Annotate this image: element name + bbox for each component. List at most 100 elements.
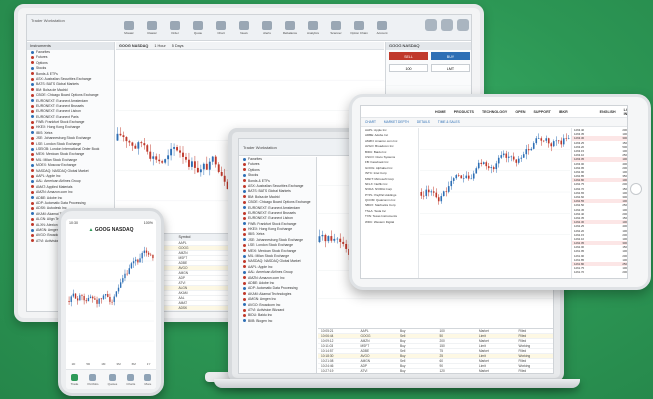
toolbar-label: Classic	[147, 30, 157, 35]
toolbar-icon	[216, 20, 226, 30]
candle-body	[535, 138, 538, 144]
toolbar-button[interactable]: Analytics	[303, 18, 323, 38]
order-type-select[interactable]: LMT	[431, 64, 470, 72]
toolbar-button[interactable]: Mosaic	[119, 18, 139, 38]
nav-right-link[interactable]: LOG IN	[624, 108, 627, 116]
blotter-column-header[interactable]: Symbol	[176, 234, 236, 241]
table-cell: Sell	[400, 349, 406, 353]
exchange-flag-icon	[31, 77, 34, 81]
range-button[interactable]: 3M	[116, 362, 120, 368]
exchange-flag-icon	[31, 126, 34, 130]
trading-icon[interactable]	[425, 19, 437, 31]
exchange-flag-icon	[31, 82, 34, 86]
phone-tab[interactable]: Portfolio	[87, 373, 98, 386]
candle-body	[92, 296, 94, 299]
candle-body	[125, 137, 128, 142]
range-button[interactable]: 5D	[86, 362, 90, 368]
exchange-flag-icon	[243, 157, 246, 161]
tab-icon	[144, 373, 152, 381]
candle-body	[70, 296, 72, 302]
phone-tab[interactable]: Quotes	[108, 373, 117, 386]
range-button[interactable]: 1M	[101, 362, 105, 368]
tree-item-label: MEXI: Mexican Stock Exchange	[36, 152, 85, 157]
table-cell: Sell	[400, 334, 406, 338]
tree-item-label: AKAM: Akamai Technologies	[248, 291, 292, 296]
phone-tab[interactable]: Charts	[126, 373, 135, 386]
settings-icon[interactable]	[457, 19, 469, 31]
candle-body	[126, 273, 128, 275]
range-button[interactable]: 1D	[72, 362, 76, 368]
toolbar-button[interactable]: Rebalance	[280, 18, 300, 38]
nav-right-link[interactable]: ENGLISH	[600, 110, 616, 114]
candle-body	[425, 189, 428, 196]
nav-link[interactable]: HOME	[435, 110, 446, 114]
candle-body	[149, 151, 152, 159]
laptop-base	[214, 379, 580, 388]
toolbar-button[interactable]: Option Chain	[349, 18, 369, 38]
range-button[interactable]: 1Y	[147, 362, 151, 368]
phone-tab[interactable]: Trade	[71, 373, 78, 386]
toolbar-button[interactable]: Account	[372, 18, 392, 38]
tree-item-label: BATS: BATS Global Markets	[36, 82, 79, 87]
laptop-instrument-tree: Favorites Futures Options Stocks Bonds & ETF…	[239, 157, 317, 373]
tablet-home-button[interactable]	[630, 183, 642, 195]
phone-symbol-header[interactable]: ▲ GOOG NASDAQ	[66, 227, 156, 237]
order-book-row[interactable]: 1261.70 200	[572, 270, 627, 274]
candle-body	[111, 301, 113, 303]
chart-range[interactable]: 5 Days	[172, 42, 184, 49]
table-cell: Limit	[479, 364, 486, 368]
nav-link[interactable]: SUPPORT	[534, 110, 551, 114]
nav-link[interactable]: PRODUCTS	[454, 110, 474, 114]
chart-header: GOOG NASDAQ 1 Hour 5 Days	[116, 42, 384, 50]
table-cell: 75	[439, 349, 444, 353]
toolbar-button[interactable]: Chart	[211, 18, 231, 38]
sell-button[interactable]: SELL	[389, 52, 428, 60]
candle-body	[442, 191, 445, 197]
tab-subnav-item[interactable]: CHART	[365, 120, 376, 124]
help-icon[interactable]	[441, 19, 453, 31]
nav-link[interactable]: TECHNOLOGY	[482, 110, 507, 114]
phone-tab-bar: Trade Portfolio Quotes Charts More	[66, 369, 156, 389]
candle-body	[342, 241, 345, 244]
toolbar-button[interactable]: Classic	[142, 18, 162, 38]
table-cell: 60	[439, 359, 444, 363]
candle-body	[482, 162, 485, 165]
table-row[interactable]: 10:27:19 ATVI Buy 120 Market Filled	[318, 369, 553, 373]
toolbar-button[interactable]: Scanner	[326, 18, 346, 38]
nav-link[interactable]: OPEN	[515, 110, 525, 114]
exchange-flag-icon	[31, 142, 34, 146]
candle-body	[76, 298, 79, 301]
candle-body	[185, 156, 187, 160]
tab-subnav-item[interactable]: DETAILS	[417, 120, 430, 124]
list-item-label: NVDA: NVIDIA Corp	[365, 187, 393, 192]
candle-body	[102, 295, 105, 300]
table-cell: Filled	[518, 329, 527, 333]
nav-link[interactable]: IBKR	[559, 110, 568, 114]
toolbar-button[interactable]: Alerts	[257, 18, 277, 38]
exchange-flag-icon	[31, 185, 34, 189]
tree-item[interactable]: BIIB: Biogen Inc	[239, 319, 316, 324]
tab-subnav-item[interactable]: MARKET DEPTH	[384, 120, 409, 124]
quantity-field[interactable]: 100	[389, 64, 428, 72]
list-item[interactable]: WDC: Western Digital	[361, 220, 418, 225]
phone-candlestick-chart[interactable]	[68, 241, 154, 361]
tablet-candlestick-chart[interactable]	[420, 128, 570, 256]
candle-body	[555, 140, 558, 142]
toolbar-button[interactable]: News	[234, 18, 254, 38]
toolbar-icon	[331, 20, 341, 30]
toolbar-button[interactable]: Quote	[188, 18, 208, 38]
chart-symbol[interactable]: GOOG NASDAQ	[119, 42, 148, 49]
candle-body	[134, 145, 137, 149]
range-button[interactable]: 6M	[132, 362, 136, 368]
toolbar-icon	[354, 20, 364, 30]
table-cell: Market	[479, 349, 489, 353]
phone-tab[interactable]: More	[144, 373, 152, 386]
chart-interval[interactable]: 1 Hour	[154, 42, 165, 49]
table-cell: Market	[479, 369, 489, 373]
toolbar-button[interactable]: Order	[165, 18, 185, 38]
tab-subnav-item[interactable]: TIME & SALES	[438, 120, 460, 124]
candle-body	[89, 296, 92, 299]
buy-button[interactable]: BUY	[431, 52, 470, 60]
candle-body	[327, 236, 330, 242]
table-cell: ADP	[360, 364, 368, 368]
